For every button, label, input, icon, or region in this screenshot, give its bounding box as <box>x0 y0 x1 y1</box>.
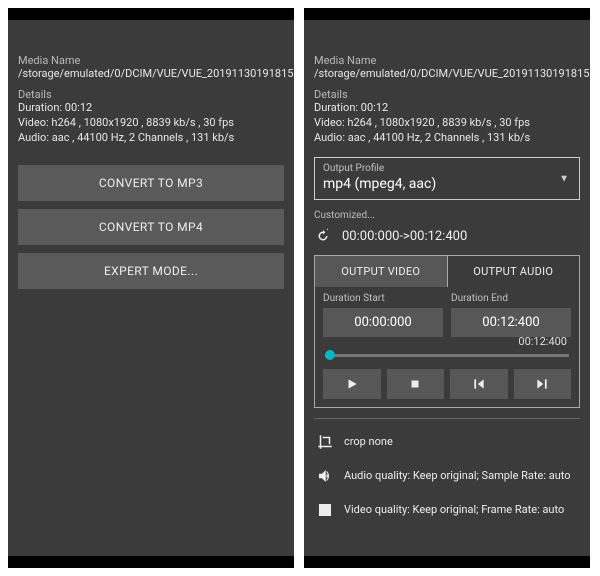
screen-right: Media Name /storage/emulated/0/DCIM/VUE/… <box>304 20 590 556</box>
crop-text: crop none <box>344 435 393 449</box>
duration-value: Duration: 00:12 <box>314 101 580 116</box>
media-path: /storage/emulated/0/DCIM/VUE/VUE_2019113… <box>314 67 580 82</box>
customized-label: Customized... <box>314 210 580 221</box>
media-name-label: Media Name <box>314 54 580 67</box>
tab-output-audio[interactable]: OUTPUT AUDIO <box>447 256 580 287</box>
duration-end-value[interactable]: 00:12:400 <box>451 308 571 337</box>
timer-reset-icon[interactable] <box>314 227 332 245</box>
mark-end-button[interactable] <box>514 369 572 399</box>
audio-quality-text: Audio quality: Keep original; Sample Rat… <box>344 469 571 483</box>
details-label: Details <box>314 88 580 101</box>
trim-slider[interactable] <box>325 354 569 357</box>
image-icon <box>316 501 334 519</box>
convert-mp3-button[interactable]: CONVERT TO MP3 <box>18 165 284 201</box>
video-quality-option[interactable]: Video quality: Keep original; Frame Rate… <box>304 493 590 527</box>
phone-left: Media Name /storage/emulated/0/DCIM/VUE/… <box>8 8 294 568</box>
audio-info: Audio: aac , 44100 Hz, 2 Channels , 131 … <box>18 131 284 146</box>
crop-option[interactable]: crop none <box>304 425 590 459</box>
tab-output-video[interactable]: OUTPUT VIDEO <box>315 256 447 287</box>
speaker-icon <box>316 467 334 485</box>
crop-icon <box>316 433 334 451</box>
chevron-down-icon: ▼ <box>559 173 569 184</box>
details-label: Details <box>18 88 284 101</box>
phone-right: Media Name /storage/emulated/0/DCIM/VUE/… <box>304 8 590 568</box>
media-name-label: Media Name <box>18 54 284 67</box>
slider-total-time: 00:12:400 <box>325 335 569 348</box>
play-button[interactable] <box>323 369 381 399</box>
video-quality-text: Video quality: Keep original; Frame Rate… <box>344 503 564 517</box>
output-profile-label: Output Profile <box>323 163 571 174</box>
video-info: Video: h264 , 1080x1920 , 8839 kb/s , 30… <box>18 116 284 131</box>
media-path: /storage/emulated/0/DCIM/VUE/VUE_2019113… <box>18 67 284 82</box>
video-info: Video: h264 , 1080x1920 , 8839 kb/s , 30… <box>314 116 580 131</box>
output-profile-value: mp4 (mpeg4, aac) <box>323 176 571 192</box>
stop-button[interactable] <box>387 369 445 399</box>
convert-mp4-button[interactable]: CONVERT TO MP4 <box>18 209 284 245</box>
duration-start-label: Duration Start <box>323 293 443 304</box>
mark-start-button[interactable] <box>450 369 508 399</box>
screen-left: Media Name /storage/emulated/0/DCIM/VUE/… <box>8 20 294 556</box>
audio-quality-option[interactable]: Audio quality: Keep original; Sample Rat… <box>304 459 590 493</box>
time-range-value: 00:00:000->00:12:400 <box>342 229 467 244</box>
output-profile-dropdown[interactable]: Output Profile mp4 (mpeg4, aac) ▼ <box>314 157 580 200</box>
expert-mode-button[interactable]: EXPERT MODE... <box>18 253 284 289</box>
output-tabs-zone: OUTPUT VIDEO OUTPUT AUDIO Duration Start… <box>314 255 580 408</box>
audio-info: Audio: aac , 44100 Hz, 2 Channels , 131 … <box>314 131 580 146</box>
duration-end-label: Duration End <box>451 293 571 304</box>
duration-value: Duration: 00:12 <box>18 101 284 116</box>
divider <box>314 418 580 419</box>
duration-start-value[interactable]: 00:00:000 <box>323 308 443 337</box>
slider-thumb[interactable] <box>325 350 335 360</box>
